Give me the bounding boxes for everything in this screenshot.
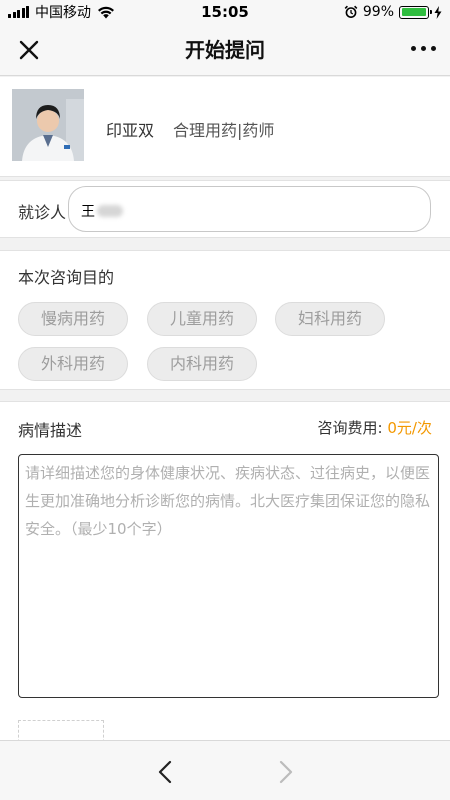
more-icon[interactable] bbox=[411, 46, 436, 51]
tag-surgery-medication[interactable]: 外科用药 bbox=[18, 347, 128, 381]
doctor-name: 印亚双 bbox=[106, 121, 155, 140]
charging-icon bbox=[434, 5, 442, 19]
description-textarea[interactable]: 请详细描述您的身体健康状况、疾病状态、过往病史，以便医生更加准确地分析诊断您的病… bbox=[18, 454, 439, 698]
page-title: 开始提问 bbox=[185, 38, 265, 62]
description-section: 病情描述 咨询费用: 0元/次 请详细描述您的身体健康状况、疾病状态、过往病史，… bbox=[0, 401, 450, 740]
tag-pediatric-medication[interactable]: 儿童用药 bbox=[147, 302, 257, 336]
consult-fee: 咨询费用: 0元/次 bbox=[318, 417, 432, 438]
signal-icon bbox=[8, 6, 29, 18]
patient-row: 就诊人 王 bbox=[0, 180, 450, 238]
doctor-avatar bbox=[12, 89, 84, 161]
nav-bar: 开始提问 bbox=[0, 24, 450, 76]
fee-label: 咨询费用: bbox=[317, 419, 383, 437]
patient-value: 王 bbox=[81, 201, 123, 221]
description-title: 病情描述 bbox=[18, 421, 83, 440]
status-bar: 中国移动 15:05 99% bbox=[0, 0, 450, 24]
tag-chronic-medication[interactable]: 慢病用药 bbox=[18, 302, 128, 336]
image-upload[interactable]: + bbox=[18, 720, 104, 740]
fee-value: 0元/次 bbox=[387, 419, 432, 437]
doctor-card: 印亚双 合理用药|药师 bbox=[0, 77, 450, 177]
battery-icon bbox=[399, 5, 432, 19]
description-placeholder: 请详细描述您的身体健康状况、疾病状态、过往病史，以便医生更加准确地分析诊断您的病… bbox=[25, 464, 431, 538]
consult-purpose-section: 本次咨询目的 慢病用药 儿童用药 妇科用药 外科用药 内科用药 bbox=[0, 250, 450, 390]
carrier-label: 中国移动 bbox=[35, 5, 91, 21]
purpose-title: 本次咨询目的 bbox=[18, 268, 115, 287]
battery-percent: 99% bbox=[362, 4, 394, 20]
back-arrow-icon[interactable] bbox=[151, 759, 181, 785]
main-content: 印亚双 合理用药|药师 就诊人 王 本次咨询目的 慢病用药 儿童用药 妇科用药 … bbox=[0, 77, 450, 740]
status-left: 中国移动 bbox=[8, 2, 115, 22]
alarm-icon bbox=[344, 5, 358, 18]
doctor-title: 合理用药|药师 bbox=[173, 121, 275, 140]
status-right: 99% bbox=[344, 4, 442, 20]
forward-arrow-icon[interactable] bbox=[270, 759, 300, 785]
bottom-toolbar bbox=[0, 740, 450, 800]
patient-label: 就诊人 bbox=[18, 203, 67, 222]
tag-internal-medication[interactable]: 内科用药 bbox=[147, 347, 257, 381]
masked-name bbox=[97, 205, 123, 217]
tag-gynecology-medication[interactable]: 妇科用药 bbox=[275, 302, 385, 336]
patient-input[interactable]: 王 bbox=[68, 186, 431, 232]
close-icon[interactable] bbox=[14, 35, 44, 65]
wifi-icon bbox=[98, 6, 114, 18]
patient-name-text: 王 bbox=[81, 204, 95, 220]
